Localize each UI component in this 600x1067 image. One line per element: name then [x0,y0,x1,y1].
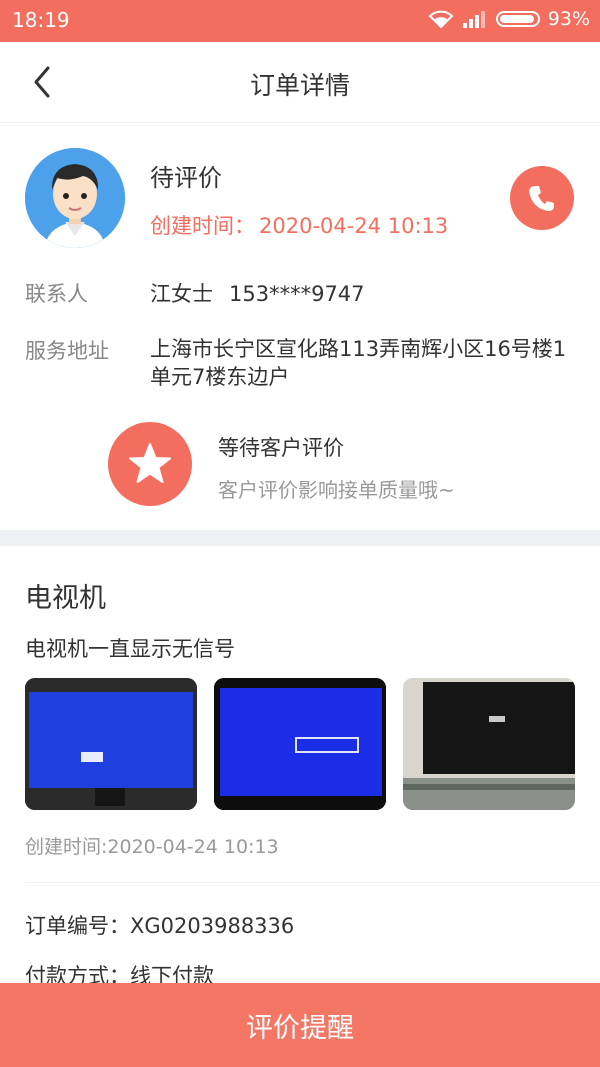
issue-photo-2[interactable] [214,678,386,810]
status-bar: 18:19 93% [0,0,600,42]
product-created-time: 创建时间:2020-04-24 10:13 [25,836,279,858]
contact-phone[interactable]: 153****9747 [229,282,365,306]
contact-name: 江女士 [150,282,213,306]
battery-icon [495,11,540,27]
nav-bar: 订单详情 [0,42,600,123]
status-icons: 93% [428,8,590,30]
evaluation-title: 等待客户评价 [218,436,344,460]
divider-line [25,882,600,883]
call-button[interactable] [510,166,574,230]
wifi-icon [428,10,454,29]
contact-label: 联系人 [25,282,88,306]
order-status: 待评价 [150,164,222,192]
phone-icon [529,186,554,211]
issue-description: 电视机一直显示无信号 [25,637,235,661]
remind-evaluation-button[interactable]: 评价提醒 [0,983,600,1067]
section-divider [0,530,600,546]
status-time: 18:19 [12,8,70,32]
avatar-illustration [25,148,125,248]
address-label: 服务地址 [25,339,109,363]
page-title: 订单详情 [249,71,350,100]
avatar [25,148,125,248]
issue-photo-3[interactable] [403,678,575,810]
signal-icon [462,11,485,28]
star-icon [129,443,171,483]
product-name: 电视机 [25,583,106,614]
contact-value: 江女士 153****9747 [150,278,365,308]
created-value: 2020-04-24 10:13 [259,214,449,238]
address-value: 上海市长宁区宣化路113弄南辉小区16号楼1单元7楼东边户 [150,337,567,389]
created-label: 创建时间： [150,214,255,238]
order-number: 订单编号：XG0203988336 [25,914,295,938]
battery-level: 93% [547,8,590,30]
evaluation-badge [108,422,192,506]
issue-photo-1[interactable] [25,678,197,810]
evaluation-subtitle: 客户评价影响接单质量哦~ [218,478,455,502]
order-created-time: 创建时间： 2020-04-24 10:13 [150,210,448,240]
